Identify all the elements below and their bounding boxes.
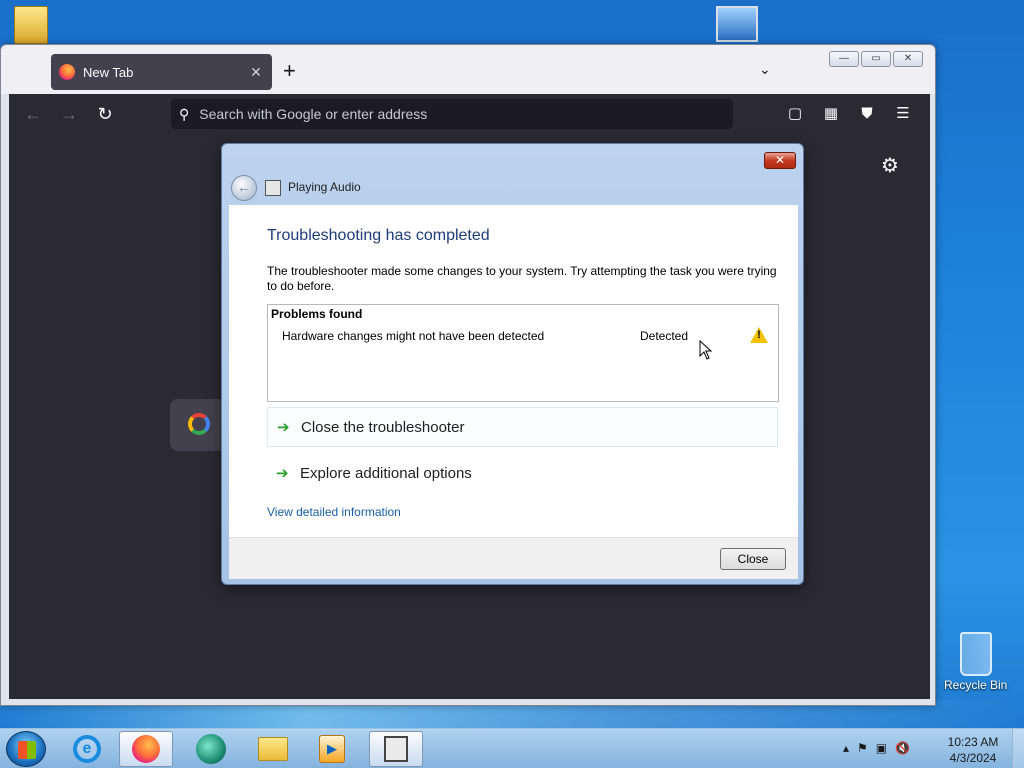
list-tabs-chevron-down-icon[interactable]: ⌄: [759, 61, 771, 78]
troubleshooter-app-icon: [265, 180, 281, 196]
address-bar[interactable]: ⚲ Search with Google or enter address: [171, 99, 733, 129]
explore-options-option[interactable]: ➔ Explore additional options: [267, 453, 778, 493]
tab-new-tab[interactable]: New Tab ✕: [51, 54, 272, 90]
media-player-icon: ▶: [319, 735, 345, 763]
dialog-heading: Troubleshooting has completed: [267, 227, 490, 244]
ublock-shield-icon[interactable]: ⛊: [855, 102, 879, 126]
app-globe-icon: [196, 734, 226, 764]
recycle-bin-icon: [959, 632, 992, 676]
maximize-button[interactable]: ▭: [861, 51, 891, 67]
show-hidden-icons-chevron-up-icon[interactable]: ▴: [843, 741, 849, 755]
option-label: Explore additional options: [300, 464, 472, 482]
clock-time: 10:23 AM: [947, 735, 999, 749]
problem-status: Detected: [640, 329, 689, 343]
minimize-button[interactable]: —: [829, 51, 859, 67]
toolbar-icons: ▢ ▦ ⛊ ☰: [783, 102, 915, 126]
taskbar-internet-explorer[interactable]: e: [60, 731, 114, 767]
desktop-user-folder-icon[interactable]: [14, 6, 48, 44]
taskbar-file-explorer[interactable]: [246, 731, 300, 767]
back-arrow-icon[interactable]: ←: [15, 104, 51, 125]
troubleshooter-icon: [384, 736, 408, 762]
settings-gear-icon[interactable]: ⚙: [881, 153, 899, 178]
folder-icon: [258, 737, 288, 761]
recycle-bin-label: Recycle Bin: [944, 678, 1008, 692]
action-center-flag-icon[interactable]: ⚑: [857, 741, 868, 755]
windows-logo-icon: [18, 741, 36, 759]
close-troubleshooter-option[interactable]: ➔ Close the troubleshooter: [267, 407, 778, 447]
google-logo-icon: [188, 413, 210, 435]
troubleshooter-dialog: ✕ ← Playing Audio Troubleshooting has co…: [221, 143, 804, 585]
view-detailed-information-link[interactable]: View detailed information: [267, 505, 401, 519]
option-label: Close the troubleshooter: [301, 418, 465, 436]
clock[interactable]: 10:23 AM 4/3/2024: [938, 734, 1008, 766]
clock-date: 4/3/2024: [949, 751, 997, 765]
forward-arrow-icon[interactable]: →: [51, 104, 87, 125]
firefox-titlebar: New Tab ✕ + ⌄ — ▭ ✕: [1, 45, 935, 94]
problems-header: Problems found: [271, 307, 363, 321]
start-button[interactable]: [6, 731, 46, 767]
taskbar-firefox[interactable]: [119, 731, 173, 767]
pocket-icon[interactable]: ▢: [783, 102, 807, 126]
tab-title: New Tab: [83, 64, 134, 80]
navigation-toolbar: ← → ↻ ⚲ Search with Google or enter addr…: [9, 94, 930, 134]
problem-name: Hardware changes might not have been det…: [282, 329, 545, 343]
menu-hamburger-icon[interactable]: ☰: [891, 102, 915, 126]
taskbar-troubleshooter[interactable]: [369, 731, 423, 767]
show-desktop-button[interactable]: [1012, 729, 1024, 768]
window-close-button[interactable]: ✕: [893, 51, 923, 67]
green-arrow-icon: ➔: [276, 465, 289, 482]
back-arrow-icon[interactable]: ←: [231, 175, 257, 201]
firefox-icon: [132, 735, 160, 763]
mouse-cursor-icon: [699, 340, 713, 360]
extensions-puzzle-icon[interactable]: ▦: [819, 102, 843, 126]
network-icon[interactable]: ▣: [876, 741, 887, 755]
volume-muted-icon[interactable]: 🔇: [895, 741, 910, 755]
search-icon: ⚲: [179, 105, 190, 122]
system-tray: ▴ ⚑ ▣ 🔇: [843, 741, 910, 755]
desktop-recycle-bin[interactable]: Recycle Bin: [944, 632, 1007, 692]
firefox-favicon-icon: [59, 64, 75, 80]
internet-explorer-icon: e: [73, 735, 101, 763]
green-arrow-icon: ➔: [277, 419, 290, 436]
dialog-content: Troubleshooting has completed The troubl…: [229, 205, 798, 537]
dialog-app-title: Playing Audio: [288, 180, 361, 194]
taskbar-media-player[interactable]: ▶: [305, 731, 359, 767]
desktop-network-icon[interactable]: [716, 6, 758, 42]
window-controls: — ▭ ✕: [829, 51, 923, 67]
taskbar-app[interactable]: [184, 731, 238, 767]
close-button[interactable]: Close: [720, 548, 786, 570]
dialog-description: The troubleshooter made some changes to …: [267, 264, 777, 293]
warning-exclamation: !: [757, 329, 761, 341]
taskbar: e ▶ ▴ ⚑ ▣ 🔇 10:23 AM 4/3/2024: [0, 728, 1024, 768]
close-tab-icon[interactable]: ✕: [248, 64, 264, 81]
dialog-footer: Close: [229, 537, 798, 579]
address-bar-placeholder: Search with Google or enter address: [199, 106, 428, 122]
new-tab-button[interactable]: +: [283, 59, 296, 83]
dialog-close-x-button[interactable]: ✕: [764, 152, 796, 169]
reload-icon[interactable]: ↻: [87, 104, 123, 125]
